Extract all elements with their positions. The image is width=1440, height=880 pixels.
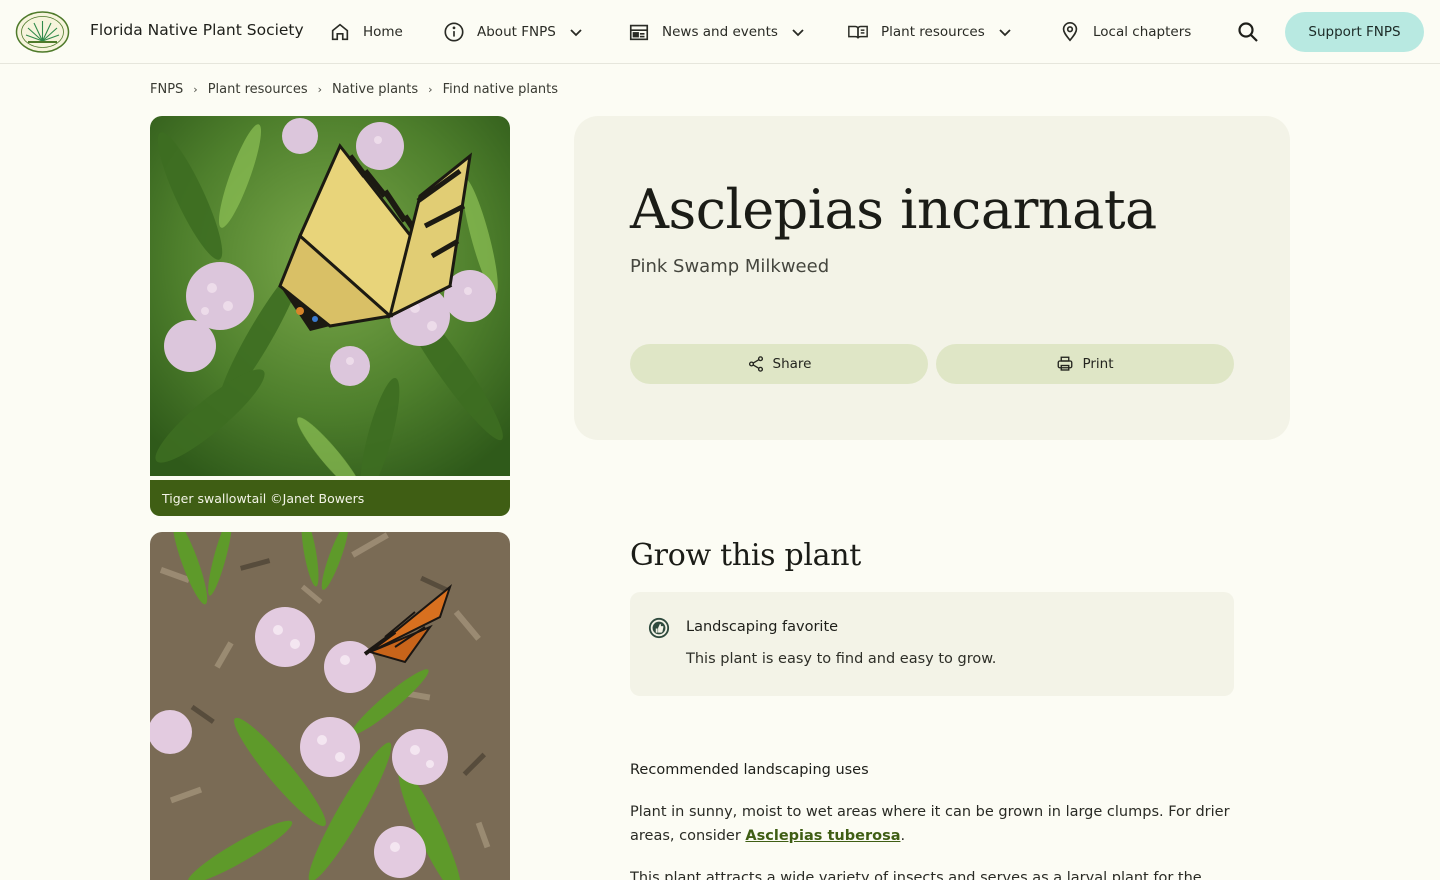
nav-about-label: About FNPS: [477, 24, 556, 40]
book-icon: [848, 25, 868, 39]
chevron-down-icon: [570, 29, 582, 37]
nav-local-chapters[interactable]: Local chapters: [1059, 0, 1191, 64]
breadcrumb-link-fnps[interactable]: FNPS: [150, 82, 183, 97]
landscaping-favorite-title: Landscaping favorite: [686, 619, 839, 635]
landscaping-favorite-card: Landscaping favorite This plant is easy …: [630, 592, 1234, 696]
share-icon: [748, 356, 763, 372]
nav-home[interactable]: Home: [329, 0, 403, 64]
plant-photo-monarch[interactable]: [150, 532, 510, 880]
nav-plant-resources[interactable]: Plant resources: [847, 0, 1013, 64]
top-navigation-bar: Florida Native Plant Society Home About …: [0, 0, 1440, 64]
nav-local-chapters-label: Local chapters: [1093, 24, 1192, 40]
calendar-icon: [629, 24, 649, 41]
landscaping-uses-text-end: .: [900, 828, 906, 844]
share-button-label: Share: [772, 356, 812, 372]
nav-plant-resources-label: Plant resources: [881, 24, 985, 40]
chevron-right-icon: ›: [317, 83, 322, 96]
chevron-down-icon: [792, 29, 804, 37]
landscaping-uses-heading: Recommended landscaping uses: [630, 762, 869, 778]
asclepias-tuberosa-link[interactable]: Asclepias tuberosa: [745, 828, 900, 844]
plant-common-name: Pink Swamp Milkweed: [630, 256, 830, 277]
support-fnps-button[interactable]: Support FNPS: [1285, 12, 1424, 52]
chevron-down-icon: [999, 29, 1011, 37]
chevron-right-icon: ›: [193, 83, 198, 96]
print-icon: [1058, 356, 1073, 371]
photo-caption: Tiger swallowtail ©Janet Bowers: [150, 480, 510, 516]
print-button-label: Print: [1082, 356, 1114, 372]
plant-scientific-name: Asclepias incarnata: [630, 178, 1157, 241]
print-button[interactable]: Print: [936, 344, 1234, 384]
info-icon: [444, 22, 464, 42]
plant-photo-swallowtail[interactable]: [150, 116, 510, 476]
search-icon[interactable]: [1236, 20, 1260, 44]
nav-about-fnps[interactable]: About FNPS: [443, 0, 584, 64]
breadcrumb-link-plant-resources[interactable]: Plant resources: [208, 82, 308, 97]
share-button[interactable]: Share: [630, 344, 928, 384]
home-icon: [331, 23, 349, 41]
thumbs-up-icon: [648, 617, 670, 639]
plant-description-text: This plant attracts a wide variety of in…: [630, 870, 1202, 880]
landscaping-favorite-description: This plant is easy to find and easy to g…: [686, 651, 997, 667]
breadcrumb: FNPS › Plant resources › Native plants ›…: [150, 82, 558, 97]
site-title[interactable]: Florida Native Plant Society: [90, 21, 304, 39]
breadcrumb-current-page[interactable]: Find native plants: [443, 82, 558, 97]
location-pin-icon: [1062, 22, 1078, 42]
landscaping-uses-text: Plant in sunny, moist to wet areas where…: [630, 800, 1234, 848]
chevron-right-icon: ›: [428, 83, 433, 96]
grow-this-plant-heading: Grow this plant: [630, 538, 862, 573]
breadcrumb-link-native-plants[interactable]: Native plants: [332, 82, 418, 97]
fnps-seal-logo-icon[interactable]: [15, 11, 70, 53]
nav-news-label: News and events: [662, 24, 778, 40]
nav-home-label: Home: [363, 24, 403, 40]
landscaping-uses-text-part: Plant in sunny, moist to wet areas where…: [630, 804, 1230, 844]
plant-title-card: Asclepias incarnata Pink Swamp Milkweed …: [574, 116, 1290, 440]
nav-news-events[interactable]: News and events: [628, 0, 806, 64]
